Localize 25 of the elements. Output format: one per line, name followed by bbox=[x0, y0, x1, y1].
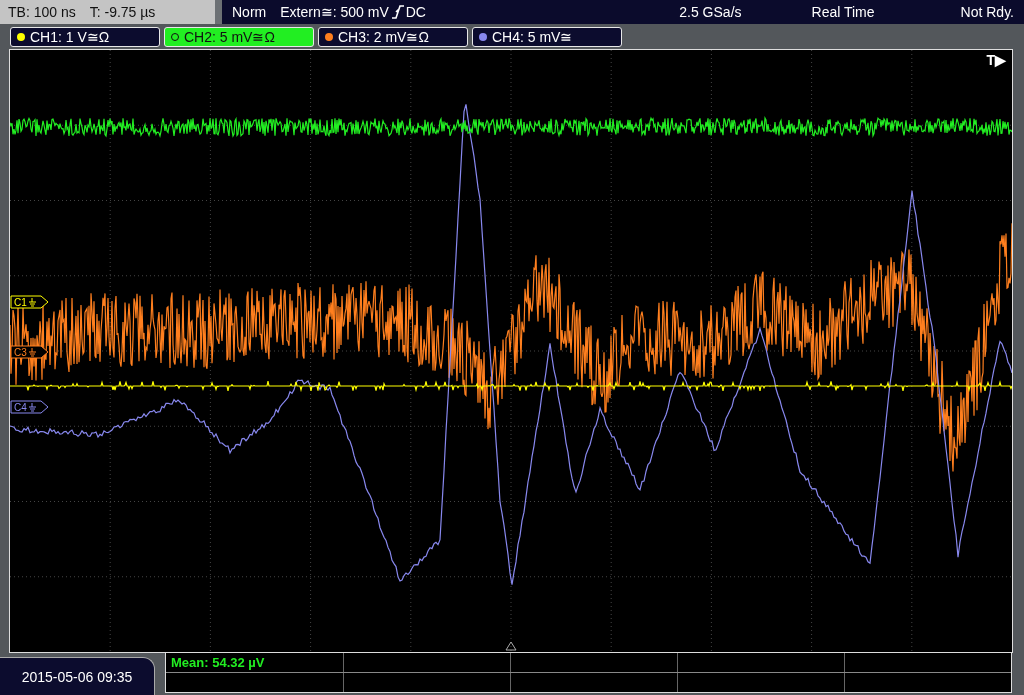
channel-dot-icon bbox=[17, 32, 25, 41]
rising-edge-icon bbox=[391, 5, 404, 19]
channel-marker[interactable]: C1 bbox=[10, 295, 49, 309]
trigger-mode-text: Norm bbox=[232, 4, 267, 20]
status-text: Not Rdy. bbox=[960, 4, 1014, 20]
timebase-text: TB: 100 ns bbox=[8, 4, 76, 20]
channel-marker[interactable]: C3 bbox=[10, 345, 49, 359]
channel-dot-icon bbox=[479, 32, 487, 41]
sample-rate-text: 2.5 GSa/s bbox=[679, 4, 742, 20]
channel-tab[interactable]: CH3: 2 mV≅Ω bbox=[318, 26, 468, 47]
channel-marker[interactable]: C4 bbox=[10, 400, 49, 414]
trigger-source-text: Extern≅: 500 mV bbox=[280, 4, 389, 20]
timebase-panel[interactable]: TB: 100 ns T: -9.75 µs bbox=[0, 0, 215, 24]
channel-tab[interactable]: CH1: 1 V≅Ω bbox=[10, 26, 160, 47]
measurement-value: Mean: 54.32 µV bbox=[171, 655, 265, 670]
channel-dot-icon bbox=[325, 32, 333, 41]
run-mode-text: Real Time bbox=[811, 4, 875, 20]
trigger-level-label: T▶ bbox=[986, 52, 1006, 68]
channel-tab[interactable]: CH4: 5 mV≅ bbox=[472, 26, 622, 47]
trigger-position-icon bbox=[505, 641, 517, 651]
channel-tab[interactable]: CH2: 5 mV≅Ω bbox=[164, 26, 314, 47]
timestamp-text: 2015-05-06 09:35 bbox=[21, 668, 133, 685]
coupling-text: DC bbox=[405, 4, 426, 20]
trigger-time-text: T: -9.75 µs bbox=[89, 4, 156, 20]
channel-dot-icon bbox=[171, 32, 179, 41]
